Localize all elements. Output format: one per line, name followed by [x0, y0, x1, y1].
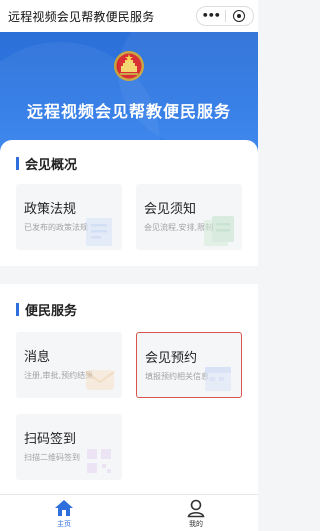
section-accent-bar — [16, 157, 19, 170]
section-title: 便民服务 — [25, 304, 78, 319]
target-close-icon[interactable] — [226, 7, 254, 25]
navbar-title: 远程视频会见帮教便民服务 — [8, 10, 155, 24]
tab-home[interactable]: 主页 — [34, 498, 94, 529]
banner-title: 远程视频会见帮教便民服务 — [26, 102, 231, 121]
card-qr-checkin[interactable]: 扫码签到 扫描二维码签到 — [16, 414, 122, 480]
section-title: 会见概况 — [25, 158, 78, 173]
capsule-menu: ••• — [196, 6, 254, 26]
section-header: 便民服务 — [16, 300, 77, 319]
tab-mine[interactable]: 我的 — [166, 498, 226, 529]
policy-doc-icon — [86, 218, 112, 246]
home-icon — [55, 500, 73, 516]
services-section: 便民服务 消息 注册,审批,预约结果 会见预约 填报预约相关信息 扫码签到 扫描… — [0, 284, 258, 494]
bottom-tabbar: 主页 我的 — [0, 494, 258, 531]
tab-label: 主页 — [57, 520, 71, 528]
card-title: 消息 — [24, 350, 51, 365]
qr-scan-icon — [87, 449, 111, 473]
card-appointment[interactable]: 会见预约 填报预约相关信息 — [136, 332, 242, 398]
card-title: 政策法规 — [24, 202, 77, 217]
card-title: 会见预约 — [145, 351, 198, 366]
message-icon — [85, 370, 115, 390]
user-icon — [187, 499, 205, 518]
card-title: 扫码签到 — [24, 432, 77, 447]
card-policy[interactable]: 政策法规 已发布的政策法规 — [16, 184, 122, 250]
card-subtitle: 扫描二维码签到 — [24, 453, 80, 462]
overview-section: 会见概况 政策法规 已发布的政策法规 会见须知 会见流程,安排,限制 — [0, 140, 258, 266]
top-navbar: 远程视频会见帮教便民服务 ••• — [0, 0, 258, 32]
card-notice[interactable]: 会见须知 会见流程,安排,限制 — [136, 184, 242, 250]
appointment-icon — [205, 367, 231, 391]
tab-label: 我的 — [189, 520, 203, 528]
more-dots-icon[interactable]: ••• — [197, 7, 225, 25]
hero-banner: 远程视频会见帮教便民服务 — [0, 32, 258, 154]
section-header: 会见概况 — [16, 154, 77, 173]
national-emblem-icon — [114, 51, 144, 81]
notice-doc-icon — [204, 216, 234, 246]
section-accent-bar — [16, 303, 19, 316]
card-messages[interactable]: 消息 注册,审批,预约结果 — [16, 332, 122, 398]
card-title: 会见须知 — [144, 202, 197, 217]
